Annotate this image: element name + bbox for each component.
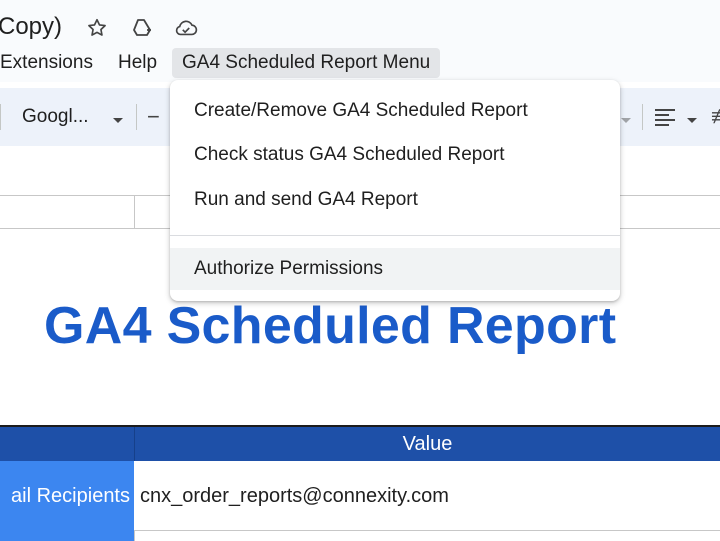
move-to-drive-icon[interactable]	[130, 16, 154, 40]
toolbar-separator	[0, 104, 1, 130]
menu-ga4-scheduled-report[interactable]: GA4 Scheduled Report Menu	[172, 48, 441, 78]
sheet-title: GA4 Scheduled Report	[44, 297, 617, 355]
ga4-report-dropdown-menu: Create/Remove GA4 Scheduled Report Check…	[170, 80, 620, 301]
align-left-icon[interactable]	[654, 108, 676, 133]
decrease-font-size-icon[interactable]: −	[147, 102, 160, 132]
table-row: ail Recipients cnx_order_reports@connexi…	[0, 461, 720, 531]
font-family-select[interactable]: Googl...	[22, 102, 89, 132]
menu-divider	[170, 235, 620, 236]
star-icon[interactable]	[85, 16, 109, 40]
strikethrough-icon[interactable]: ≢	[711, 106, 720, 129]
table-header-value[interactable]: Value	[134, 427, 720, 461]
menu-help[interactable]: Help	[110, 48, 165, 78]
chevron-down-icon[interactable]	[620, 112, 632, 130]
document-title[interactable]: Copy)	[0, 12, 62, 42]
table-cell-label[interactable]	[0, 531, 134, 541]
title-bar: Copy)	[0, 0, 720, 48]
toolbar-separator	[136, 104, 137, 130]
menu-item-create-remove-report[interactable]: Create/Remove GA4 Scheduled Report	[170, 90, 620, 132]
table-cell-value[interactable]: cnx_order_reports@connexity.com	[140, 461, 449, 531]
menu-bar: Extensions Help GA4 Scheduled Report Men…	[0, 44, 720, 82]
toolbar-separator	[642, 104, 643, 130]
table-header-cell[interactable]	[0, 427, 134, 461]
cloud-saved-icon[interactable]	[174, 16, 198, 40]
column-divider	[134, 196, 135, 228]
menu-item-authorize-permissions[interactable]: Authorize Permissions	[170, 248, 620, 290]
chevron-down-icon[interactable]	[686, 112, 698, 130]
table-header-row: Value	[0, 425, 720, 461]
menu-item-run-and-send[interactable]: Run and send GA4 Report	[170, 179, 620, 221]
menu-extensions[interactable]: Extensions	[0, 48, 101, 78]
chevron-down-icon[interactable]	[112, 112, 124, 130]
column-divider	[134, 531, 135, 541]
table-cell-label[interactable]: ail Recipients	[0, 461, 134, 531]
menu-item-check-status[interactable]: Check status GA4 Scheduled Report	[170, 134, 620, 176]
